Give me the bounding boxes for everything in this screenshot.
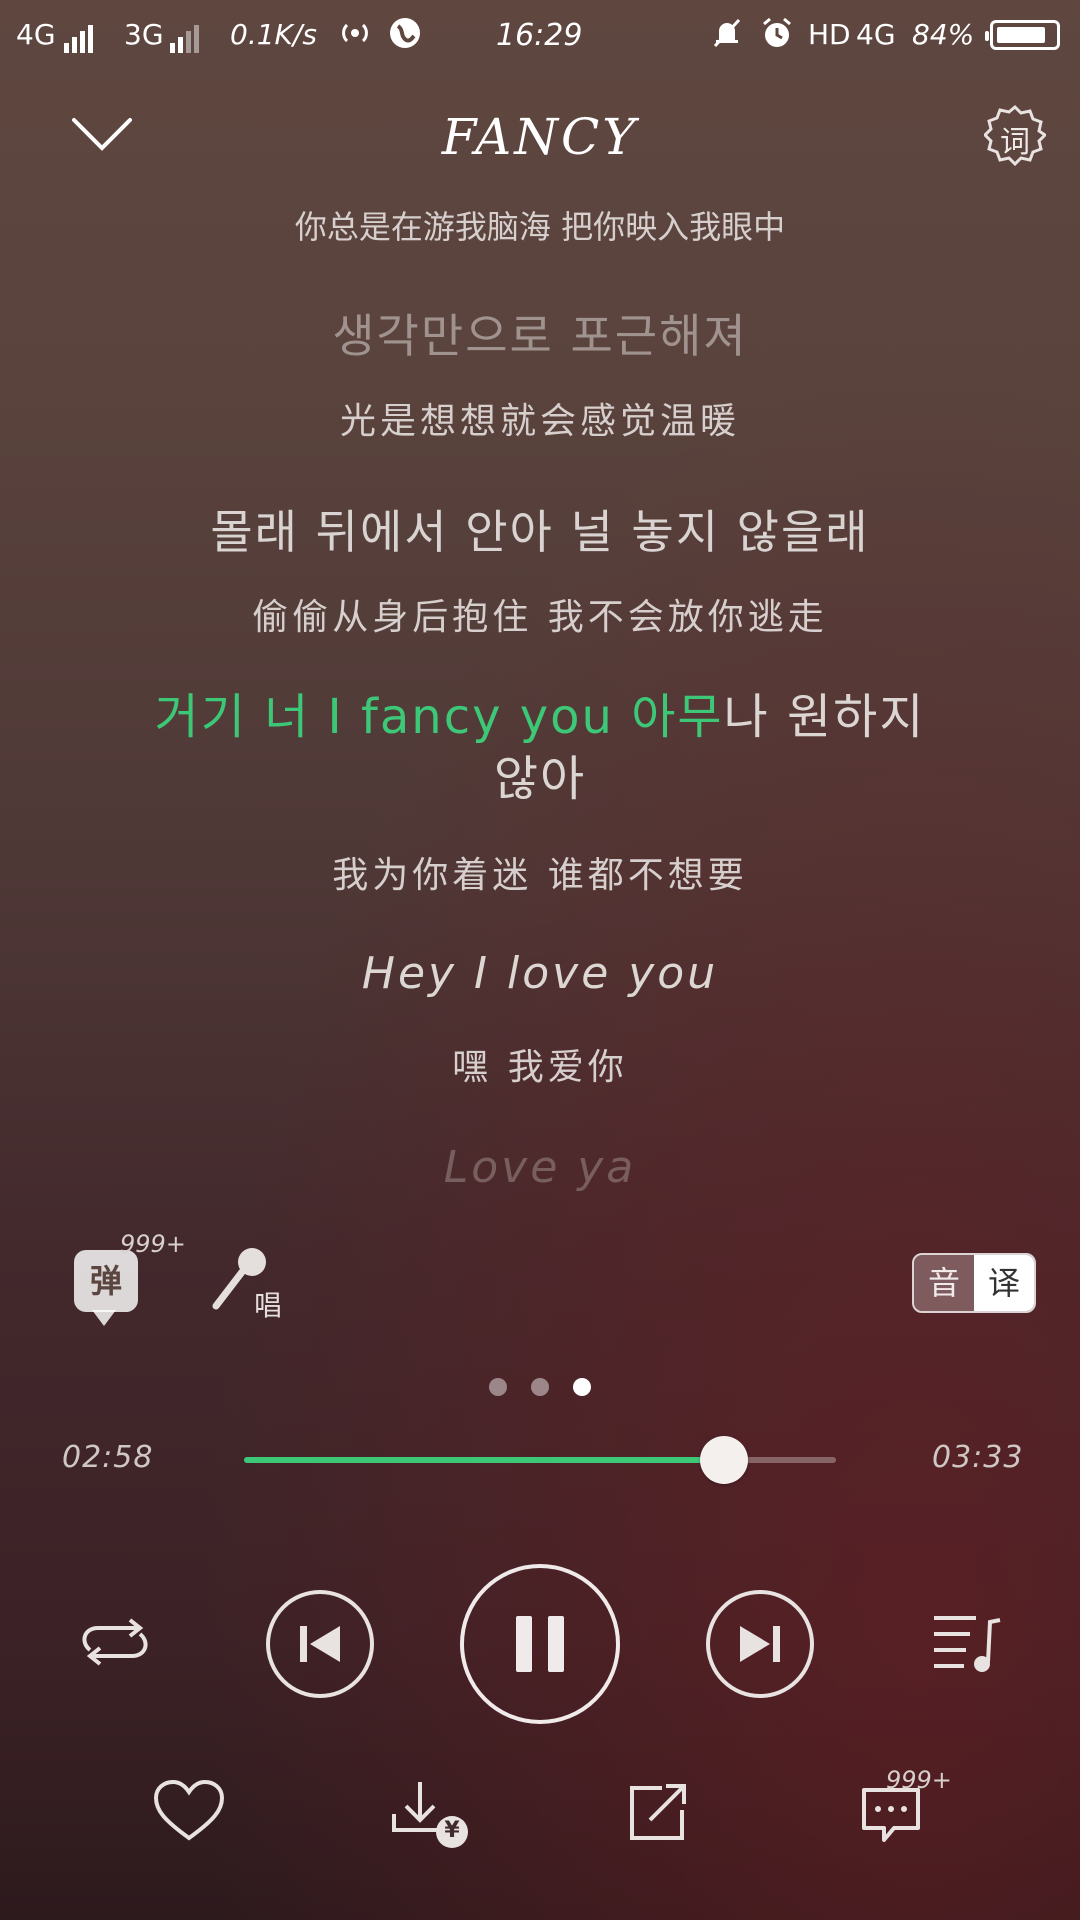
hotspot-icon — [338, 16, 372, 50]
previous-button[interactable] — [264, 1588, 376, 1700]
download-button[interactable]: ¥ — [390, 1780, 474, 1852]
elapsed-time: 02:58 — [62, 1440, 154, 1475]
network-type-3: 4G — [856, 18, 896, 51]
page-dot[interactable] — [489, 1378, 507, 1396]
share-button[interactable] — [626, 1782, 690, 1844]
playlist-button[interactable] — [930, 1612, 1002, 1674]
lyric-line: 생각만으로 포근해져 — [332, 309, 748, 363]
network-speed: 0.1K/s — [230, 18, 317, 51]
comments-button[interactable] — [860, 1786, 922, 1846]
like-button[interactable] — [154, 1780, 224, 1842]
skip-next-icon — [706, 1590, 814, 1698]
skip-previous-icon — [266, 1590, 374, 1698]
mute-bell-icon — [710, 16, 744, 50]
comment-count-badge: 999+ — [886, 1766, 952, 1794]
share-icon — [630, 1784, 686, 1840]
repeat-button[interactable] — [76, 1612, 154, 1672]
active-lyric-line: 거기 너 I fancy you 아무나 원하지 않아 — [0, 686, 1080, 810]
active-lyric-unsung: 나 원하지 — [723, 689, 926, 745]
page-indicator — [0, 1378, 1080, 1400]
signal-icon-2 — [170, 20, 202, 53]
lyric-translation: 我为你着迷 谁都不想要 — [332, 855, 748, 896]
sing-button[interactable]: 唱 — [210, 1246, 290, 1322]
heart-icon — [154, 1780, 224, 1841]
network-type-2: 3G — [124, 18, 164, 51]
sing-label: 唱 — [254, 1289, 283, 1322]
lyrics-settings-button[interactable]: 词 — [982, 104, 1048, 167]
progress-fill — [244, 1457, 724, 1463]
lyrics-settings-label: 词 — [1000, 125, 1030, 160]
price-symbol: ¥ — [444, 1818, 460, 1843]
lyric-translation: 偷偷从身后抱住 我不会放你逃走 — [252, 597, 828, 638]
phonetic-toggle[interactable]: 音 — [914, 1255, 974, 1311]
progress-thumb[interactable] — [699, 1436, 748, 1484]
repeat-icon — [82, 1618, 148, 1666]
next-button[interactable] — [704, 1588, 816, 1700]
lyric-line: Love ya — [443, 1142, 637, 1193]
vpn-globe-icon — [388, 16, 422, 50]
translate-toggle[interactable]: 译 — [974, 1255, 1034, 1311]
pause-button[interactable] — [458, 1562, 622, 1726]
battery-icon — [985, 20, 1060, 50]
active-lyric-sung: 거기 너 I fancy you 아무 — [154, 689, 724, 745]
pause-icon — [460, 1564, 620, 1724]
lyric-line: 你总是在游我脑海 把你映入我眼中 — [294, 208, 786, 246]
comment-icon — [862, 1788, 920, 1842]
alarm-icon — [760, 16, 794, 50]
lyric-line: 몰래 뒤에서 안아 널 놓지 않을래 — [210, 505, 870, 559]
status-bar: 4G 3G 0.1K/s 16:29 HD 4G 84% — [0, 0, 1080, 70]
danmu-button[interactable]: 弹 — [74, 1250, 138, 1326]
page-dot-current[interactable] — [573, 1378, 591, 1396]
danmu-count-badge: 999+ — [120, 1230, 186, 1258]
network-type-1: 4G — [16, 18, 56, 51]
playlist-icon — [934, 1616, 1001, 1672]
lyric-translation: 嘿 我爱你 — [452, 1047, 628, 1088]
clock: 16:29 — [496, 18, 583, 53]
active-lyric-wrap: 않아 — [493, 751, 587, 807]
progress-track[interactable] — [244, 1436, 836, 1484]
lyric-mode-toggle[interactable]: 音 译 — [912, 1253, 1036, 1313]
lyric-translation: 光是想想就会感觉温暖 — [339, 401, 740, 442]
lyric-line: Hey I love you — [361, 948, 719, 999]
page-dot[interactable] — [531, 1378, 549, 1396]
hd-indicator: HD — [808, 18, 851, 51]
battery-percent: 84% — [912, 18, 975, 51]
total-time: 03:33 — [932, 1440, 1024, 1475]
song-title: FANCY — [441, 108, 639, 166]
signal-icon-1 — [64, 20, 96, 53]
